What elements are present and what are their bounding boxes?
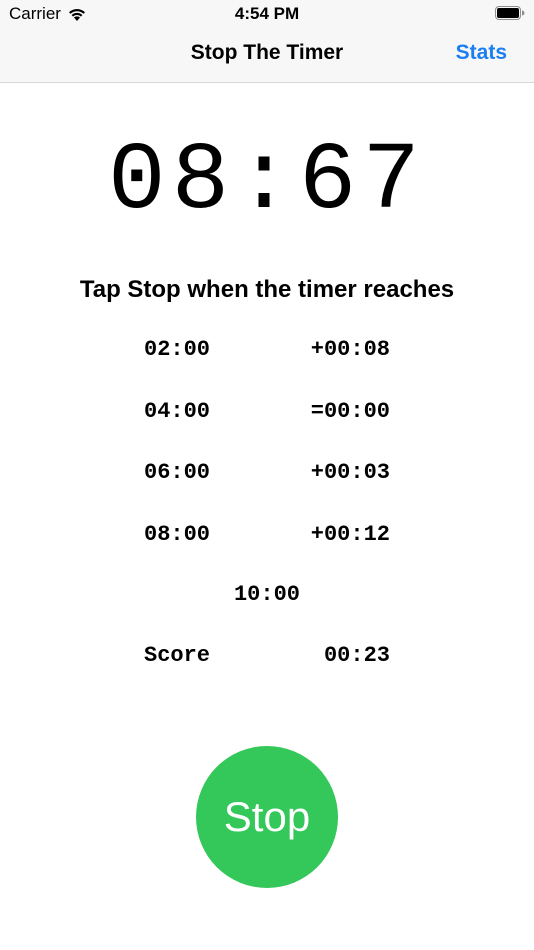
score-label: Score	[144, 643, 211, 668]
round-row: 04:00 =00:00	[0, 395, 534, 457]
status-time: 4:54 PM	[234, 4, 300, 23]
round-target: 06:00	[144, 460, 211, 485]
final-target: 10:00	[233, 582, 300, 607]
rounds-list: 02:00 +00:08 04:00 =00:00 06:00 +00:03 0…	[0, 333, 534, 579]
stats-button[interactable]: Stats	[456, 41, 507, 65]
nav-title: Stop The Timer	[190, 41, 344, 64]
round-diff: +00:12	[310, 521, 390, 547]
round-target: 08:00	[144, 521, 211, 547]
round-target: 04:00	[144, 398, 211, 424]
status-bar: Carrier 4:54 PM	[0, 0, 534, 28]
round-row: 02:00 +00:08	[0, 333, 534, 395]
round-row: 08:00 +00:12	[0, 518, 534, 580]
stop-button[interactable]: Stop	[196, 746, 338, 888]
round-target: 02:00	[144, 337, 211, 362]
round-row: 06:00 +00:03	[0, 456, 534, 518]
round-diff: =00:00	[310, 398, 390, 424]
instructions-text: Tap Stop when the timer reaches	[79, 276, 455, 303]
top-bar: Carrier 4:54 PM Stop The Timer Stats	[0, 0, 534, 83]
score-value: 00:23	[323, 643, 390, 668]
battery-icon	[495, 6, 525, 20]
timer-display: 08:67	[107, 127, 427, 236]
round-diff: +00:08	[310, 337, 390, 362]
round-diff: +00:03	[310, 460, 390, 485]
